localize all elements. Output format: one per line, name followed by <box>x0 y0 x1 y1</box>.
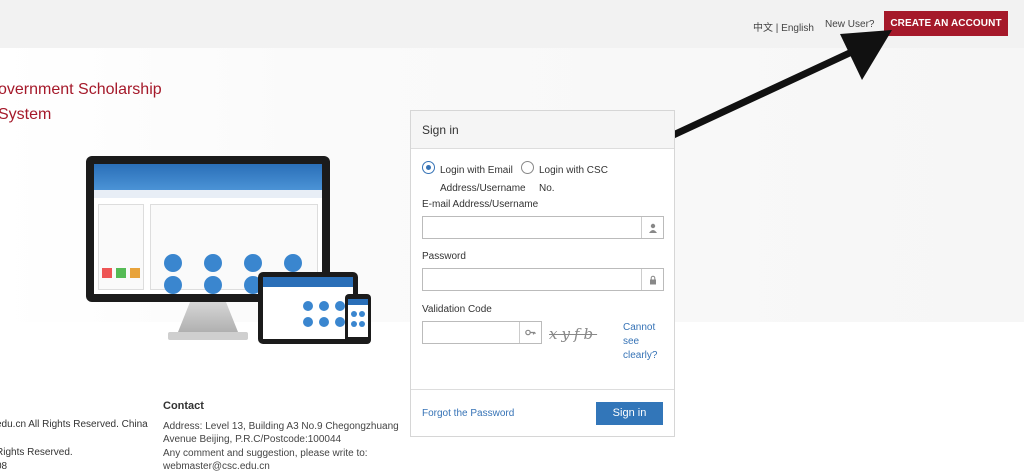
lock-icon <box>641 269 663 290</box>
contact-heading: Contact <box>163 400 204 412</box>
contact-comment: Any comment and suggestion, please write… <box>163 448 368 459</box>
signin-heading: Sign in <box>411 111 674 149</box>
radio-login-email[interactable] <box>422 161 435 174</box>
radio-email-line2: Address/Username <box>440 183 526 194</box>
password-label: Password <box>422 251 466 262</box>
key-icon <box>519 322 541 343</box>
contact-address-line2: Avenue Beijing, P.R.C/Postcode:100044 <box>163 434 342 445</box>
arrow-annotation-icon <box>650 30 892 148</box>
copyright-line1: edu.cn All Rights Reserved. China <box>0 419 148 430</box>
monitor-base <box>168 332 248 340</box>
radio-csc-line2: No. <box>539 183 555 194</box>
radio-email-label: Login with Email Address/Username <box>440 162 526 198</box>
signin-button[interactable]: Sign in <box>596 402 663 425</box>
radio-csc-line1: Login with CSC <box>539 165 608 176</box>
copyright-line2: Rights Reserved. <box>0 447 73 458</box>
forgot-password-link[interactable]: Forgot the Password <box>422 408 514 419</box>
hero-title-line1: overnment Scholarship <box>0 81 162 98</box>
cannot-see-link[interactable]: Cannot see clearly? <box>623 321 663 363</box>
password-field[interactable] <box>422 268 664 291</box>
validation-code-field[interactable] <box>422 321 542 344</box>
captcha-image[interactable]: xyfb <box>549 325 611 347</box>
signin-panel: Sign in Login with Email Address/Username… <box>410 110 675 437</box>
login-method-group: Login with Email Address/Username Login w… <box>422 160 672 196</box>
create-account-button[interactable]: CREATE AN ACCOUNT <box>884 11 1008 36</box>
contact-address-line1: Address: Level 13, Building A3 No.9 Cheg… <box>163 421 399 432</box>
radio-email-line1: Login with Email <box>440 165 513 176</box>
radio-csc-label: Login with CSC No. <box>539 162 608 198</box>
signin-footer: Forgot the Password Sign in <box>411 389 674 437</box>
tablet-illustration <box>258 272 358 344</box>
radio-login-csc[interactable] <box>521 161 534 174</box>
email-field[interactable] <box>422 216 664 239</box>
email-label: E-mail Address/Username <box>422 199 539 210</box>
contact-email-link[interactable]: webmaster@csc.edu.cn <box>163 461 270 472</box>
hero-title-line2: System <box>0 106 52 123</box>
user-icon <box>641 217 663 238</box>
copyright-line3: 08 <box>0 461 8 472</box>
validation-label: Validation Code <box>422 304 492 315</box>
phone-illustration <box>345 294 371 344</box>
